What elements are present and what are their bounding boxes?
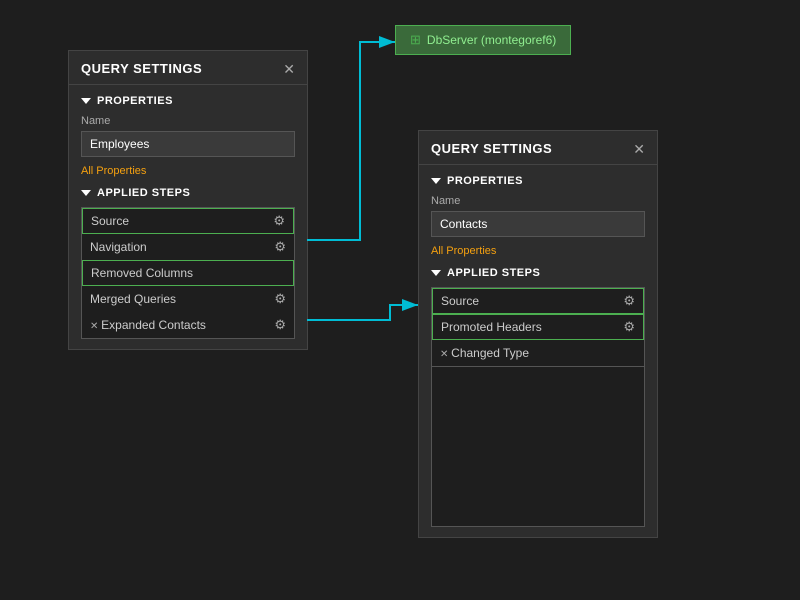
left-applied-steps-section: APPLIED STEPS Source ⚙ Navigation ⚙ Removed … bbox=[81, 187, 295, 339]
right-step-item[interactable]: Changed Type bbox=[432, 340, 644, 366]
right-step-name: Changed Type bbox=[440, 346, 529, 360]
left-properties-section-header: PROPERTIES bbox=[81, 95, 295, 107]
left-step-item[interactable]: Removed Columns bbox=[82, 260, 294, 286]
gear-icon[interactable]: ⚙ bbox=[623, 293, 635, 309]
right-query-settings-panel: QUERY SETTINGS ✕ PROPERTIES Name All Pro… bbox=[418, 130, 658, 538]
right-panel-header: QUERY SETTINGS ✕ bbox=[419, 131, 657, 165]
left-step-name: Expanded Contacts bbox=[90, 318, 206, 332]
left-panel-header: QUERY SETTINGS ✕ bbox=[69, 51, 307, 85]
right-panel-body: PROPERTIES Name All Properties APPLIED S… bbox=[419, 165, 657, 537]
left-step-list: Source ⚙ Navigation ⚙ Removed Columns Merged … bbox=[81, 207, 295, 339]
right-step-list: Source ⚙ Promoted Headers ⚙ Changed Type bbox=[431, 287, 645, 367]
db-server-box: ⊞ DbServer (montegoref6) bbox=[395, 25, 571, 55]
right-steps-triangle bbox=[431, 270, 441, 276]
gear-icon[interactable]: ⚙ bbox=[274, 239, 286, 255]
right-step-item[interactable]: Promoted Headers ⚙ bbox=[432, 314, 644, 340]
left-query-settings-panel: QUERY SETTINGS ✕ PROPERTIES Name All Pro… bbox=[68, 50, 308, 350]
left-step-item[interactable]: Expanded Contacts ⚙ bbox=[82, 312, 294, 338]
left-panel-title: QUERY SETTINGS bbox=[81, 61, 202, 76]
db-icon: ⊞ bbox=[410, 32, 421, 48]
right-applied-steps-section: APPLIED STEPS Source ⚙ Promoted Headers ⚙ Ch… bbox=[431, 267, 645, 527]
left-properties-triangle bbox=[81, 98, 91, 104]
left-panel-body: PROPERTIES Name All Properties APPLIED S… bbox=[69, 85, 307, 349]
right-name-label: Name bbox=[431, 195, 645, 207]
left-step-item[interactable]: Source ⚙ bbox=[82, 208, 294, 234]
db-server-label: DbServer (montegoref6) bbox=[427, 33, 556, 47]
left-step-item[interactable]: Navigation ⚙ bbox=[82, 234, 294, 260]
left-all-properties-link[interactable]: All Properties bbox=[81, 165, 295, 177]
right-all-properties-link[interactable]: All Properties bbox=[431, 245, 645, 257]
left-step-name: Source bbox=[91, 214, 129, 228]
left-steps-title: APPLIED STEPS bbox=[97, 187, 190, 199]
right-name-input[interactable] bbox=[431, 211, 645, 237]
gear-icon[interactable]: ⚙ bbox=[274, 317, 286, 333]
left-step-item[interactable]: Merged Queries ⚙ bbox=[82, 286, 294, 312]
right-step-name: Promoted Headers bbox=[441, 320, 542, 334]
left-name-input[interactable] bbox=[81, 131, 295, 157]
left-step-name: Removed Columns bbox=[91, 266, 193, 280]
gear-icon[interactable]: ⚙ bbox=[623, 319, 635, 335]
right-panel-title: QUERY SETTINGS bbox=[431, 141, 552, 156]
right-steps-empty-area bbox=[431, 367, 645, 527]
right-step-item[interactable]: Source ⚙ bbox=[432, 288, 644, 314]
right-properties-triangle bbox=[431, 178, 441, 184]
gear-icon[interactable]: ⚙ bbox=[273, 213, 285, 229]
left-close-button[interactable]: ✕ bbox=[283, 62, 295, 76]
left-step-name: Navigation bbox=[90, 240, 147, 254]
right-properties-title: PROPERTIES bbox=[447, 175, 523, 187]
right-steps-section-header: APPLIED STEPS bbox=[431, 267, 645, 279]
gear-icon[interactable]: ⚙ bbox=[274, 291, 286, 307]
left-steps-triangle bbox=[81, 190, 91, 196]
left-step-name: Merged Queries bbox=[90, 292, 176, 306]
right-steps-title: APPLIED STEPS bbox=[447, 267, 540, 279]
left-properties-title: PROPERTIES bbox=[97, 95, 173, 107]
right-close-button[interactable]: ✕ bbox=[633, 142, 645, 156]
left-steps-section-header: APPLIED STEPS bbox=[81, 187, 295, 199]
right-step-name: Source bbox=[441, 294, 479, 308]
right-properties-section-header: PROPERTIES bbox=[431, 175, 645, 187]
left-name-label: Name bbox=[81, 115, 295, 127]
